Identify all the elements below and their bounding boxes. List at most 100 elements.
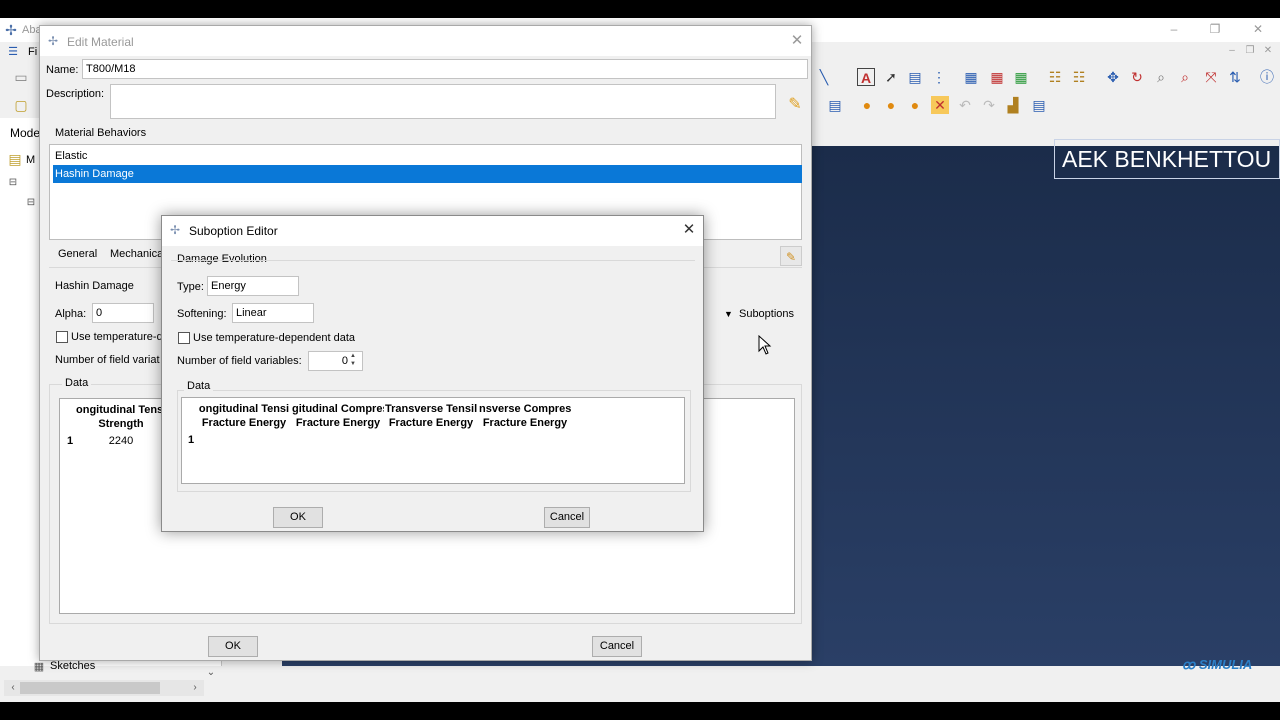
close-icon[interactable]: ✕ [1248, 20, 1268, 38]
scrollbar-thumb[interactable] [20, 682, 160, 694]
menu-file[interactable]: Fi [28, 46, 37, 58]
text-tool-icon[interactable]: A [857, 68, 875, 86]
close-icon[interactable]: ✕ [786, 31, 808, 51]
column-header-line1: Transverse Tensile [385, 403, 477, 415]
zoom-box-icon[interactable]: ⌕ [1176, 68, 1194, 86]
type-field[interactable]: Energy [207, 276, 299, 296]
info-icon[interactable]: ⓘ [1258, 68, 1276, 86]
alpha-label: Alpha: [55, 308, 87, 320]
new-file-icon[interactable]: ▭ [12, 68, 30, 86]
damage-evolution-data-table[interactable]: ongitudinal Tensi Fracture Energy gitudi… [181, 397, 685, 484]
temperature-dependent-label: Use temperature-dependent data [193, 332, 356, 344]
hashin-damage-section-title: Hashin Damage [55, 280, 134, 292]
database-icon: ▤ [8, 151, 22, 167]
grid-icon[interactable]: ⋮ [930, 68, 948, 86]
edit-pencil-icon[interactable]: ✎ [785, 94, 805, 114]
cancel-button[interactable]: Cancel [544, 507, 590, 528]
softening-field[interactable]: Linear [232, 303, 314, 323]
softening-label: Softening: [177, 308, 227, 320]
fit-view-icon[interactable]: ⤧ [1202, 68, 1220, 86]
tree-expand-child-icon[interactable]: ⊟ [22, 194, 40, 212]
spinner-arrows-icon[interactable]: ▲ ▼ [350, 352, 356, 368]
sphere3-icon[interactable]: ● [906, 96, 924, 114]
description-field[interactable] [110, 84, 776, 119]
restore-icon[interactable]: ❐ [1205, 20, 1225, 38]
column-header-longitudinal-tensile[interactable]: ongitudinal Tensi Fracture Energy [198, 402, 290, 430]
pointer-icon[interactable]: ➚ [882, 68, 900, 86]
edit-material-titlebar[interactable]: ✢ Edit Material ✕ [40, 26, 811, 56]
behavior-item-elastic[interactable]: Elastic [53, 147, 802, 165]
type-label: Type: [177, 281, 204, 293]
menu-general[interactable]: General [58, 248, 97, 260]
edit-material-title: Edit Material [67, 35, 134, 49]
open-icon[interactable]: ▢ [12, 96, 30, 114]
table-cell[interactable]: 2240 [76, 435, 166, 447]
column-header-line1: ongitudinal Tensi [76, 404, 166, 416]
model-tab[interactable]: Mode [10, 126, 40, 140]
mesh-red-icon[interactable]: ▦ [988, 68, 1006, 86]
tree-expand-icon[interactable]: ⊟ [4, 174, 22, 192]
zoom-icon[interactable]: ⌕ [1152, 68, 1170, 86]
view-icon[interactable]: ▟ [1004, 96, 1022, 114]
column-header-transverse-compressive[interactable]: nsverse Compress Fracture Energy [479, 402, 571, 430]
column-header-line2: Fracture Energy [295, 417, 381, 429]
table-icon[interactable]: ▤ [826, 96, 844, 114]
simulia-logo-text: SIMULIA [1198, 657, 1253, 672]
menu-mechanical[interactable]: Mechanica [110, 248, 163, 260]
sphere-icon[interactable]: ● [858, 96, 876, 114]
field-variables-label: Number of field variables: [177, 355, 302, 367]
row-header: 1 [188, 434, 195, 446]
temperature-dependent-checkbox[interactable] [56, 331, 68, 343]
child-restore-icon[interactable]: ❐ [1240, 42, 1260, 60]
column-header-line2: Fracture Energy [201, 417, 287, 429]
list-icon[interactable]: ▤ [1030, 96, 1048, 114]
column-header-transverse-tensile[interactable]: Transverse Tensile Fracture Energy [385, 402, 477, 430]
suboption-editor-titlebar[interactable]: ✢ Suboption Editor ✕ [162, 216, 703, 246]
simulia-logo: ꝏ SIMULIA [1182, 657, 1252, 673]
column-header-longitudinal-compressive[interactable]: gitudinal Compres Fracture Energy [292, 402, 384, 430]
data-label: Data [62, 377, 92, 389]
close-icon[interactable]: ✕ [678, 220, 700, 240]
cancel-button[interactable]: Cancel [592, 636, 642, 657]
line-tool-icon[interactable]: ╲ [815, 68, 833, 86]
damage-evolution-groupbox [171, 260, 695, 261]
edit-behavior-pencil-icon[interactable]: ✎ [780, 246, 802, 266]
ruler-icon[interactable]: ☷ [1046, 68, 1064, 86]
column-header-line2: Fracture Energy [482, 417, 568, 429]
temperature-dependent-checkbox[interactable] [178, 332, 190, 344]
temperature-dependent-label: Use temperature-d [71, 331, 163, 343]
column-header-line2: Strength [98, 418, 144, 430]
suboptions-button[interactable]: ▼ Suboptions [722, 304, 798, 324]
tree-horizontal-scrollbar[interactable]: ‹ › [4, 680, 204, 696]
suboption-editor-dialog: ✢ Suboption Editor ✕ Damage Evolution Ty… [161, 215, 704, 532]
tree-item-sketches[interactable]: Sketches [50, 660, 95, 672]
arrows-icon[interactable]: ⇅ [1226, 68, 1244, 86]
ok-button[interactable]: OK [208, 636, 258, 657]
minimize-icon[interactable]: – [1164, 20, 1184, 38]
model-database-label[interactable]: M [26, 154, 35, 166]
child-close-icon[interactable]: ✕ [1258, 42, 1278, 60]
measure-icon[interactable]: ✕ [931, 96, 949, 114]
ladder-icon[interactable]: ☷ [1070, 68, 1088, 86]
column-header-line1: nsverse Compress [479, 403, 571, 415]
pan-icon[interactable]: ✥ [1104, 68, 1122, 86]
mesh-green-icon[interactable]: ▦ [1012, 68, 1030, 86]
row-header: 1 [67, 435, 74, 447]
alpha-field[interactable]: 0 [92, 303, 154, 323]
child-minimize-icon[interactable]: – [1222, 42, 1242, 60]
mesh-icon[interactable]: ▦ [962, 68, 980, 86]
column-header[interactable]: ongitudinal Tensi Strength [76, 403, 166, 431]
column-header-line1: ongitudinal Tensi [198, 403, 290, 415]
column-header-line2: Fracture Energy [388, 417, 474, 429]
undo-icon[interactable]: ↶ [956, 96, 974, 114]
data-label: Data [184, 380, 214, 392]
tree-dropdown-icon[interactable]: ⌄ [202, 664, 220, 682]
render-icon[interactable]: ▤ [906, 68, 924, 86]
sphere2-icon[interactable]: ● [882, 96, 900, 114]
ok-button[interactable]: OK [273, 507, 323, 528]
behavior-item-hashin-damage[interactable]: Hashin Damage [53, 165, 802, 183]
name-field[interactable]: T800/M18 [82, 59, 808, 79]
rotate-icon[interactable]: ↻ [1128, 68, 1146, 86]
redo-icon[interactable]: ↷ [980, 96, 998, 114]
simulia-logo-icon: ꝏ [1182, 657, 1199, 672]
